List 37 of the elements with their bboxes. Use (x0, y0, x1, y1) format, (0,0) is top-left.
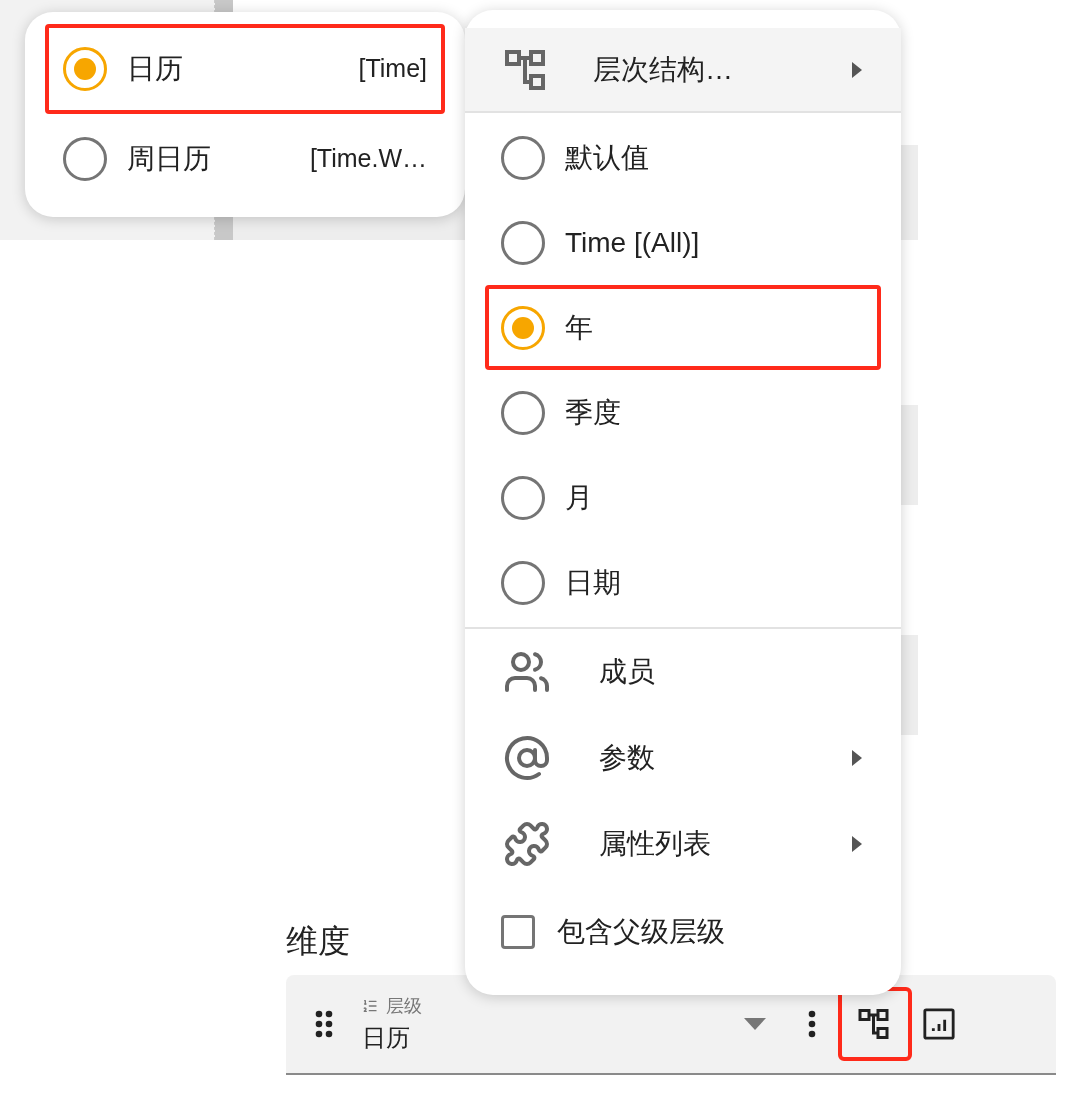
level-option[interactable]: 日期 (485, 540, 881, 625)
level-option[interactable]: 年 (485, 285, 881, 370)
dropdown-caret-icon[interactable] (744, 1018, 766, 1030)
option-key: [Time] (358, 50, 427, 88)
drag-handle-icon[interactable] (314, 1009, 334, 1039)
option-label: 日历 (127, 52, 183, 86)
chart-icon[interactable] (922, 1007, 956, 1041)
radio-button[interactable] (501, 560, 545, 605)
level-option[interactable]: 季度 (485, 370, 881, 455)
level-option[interactable]: 月 (485, 455, 881, 540)
field-caption: 层级 (386, 994, 422, 1018)
radio-button[interactable] (501, 305, 545, 350)
radio-button[interactable] (63, 47, 107, 91)
calendar-option[interactable]: 周日历 [Time.W… (45, 114, 445, 204)
option-key: [Time.W… (309, 140, 427, 178)
radio-button[interactable] (501, 390, 545, 435)
action-menu-item[interactable]: 参数 (465, 715, 901, 801)
calendar-option[interactable]: 日历 [Time] (45, 24, 445, 114)
action-menu-item[interactable]: 成员 (465, 629, 901, 715)
section-title: 维度 (286, 922, 350, 961)
ordered-list-icon (362, 998, 378, 1014)
hierarchy-button[interactable] (838, 987, 912, 1061)
field-value: 日历 (362, 1022, 411, 1053)
more-options-icon[interactable] (808, 1010, 816, 1038)
level-option[interactable]: Time [(All)] (485, 200, 881, 285)
radio-button[interactable] (501, 475, 545, 520)
include-parent-option[interactable]: 包含父级层级 (465, 887, 901, 977)
radio-button[interactable] (501, 135, 545, 180)
action-menu-item[interactable]: 属性列表 (465, 801, 901, 887)
hierarchy-menu-item[interactable]: 层次结构… (465, 28, 901, 113)
radio-button[interactable] (63, 137, 107, 181)
radio-button[interactable] (501, 220, 545, 265)
option-label: 周日历 (127, 142, 211, 176)
checkbox[interactable] (501, 915, 535, 949)
puzzle-icon (503, 820, 551, 868)
at-sign-icon (503, 734, 551, 782)
level-option[interactable]: 默认值 (485, 115, 881, 200)
